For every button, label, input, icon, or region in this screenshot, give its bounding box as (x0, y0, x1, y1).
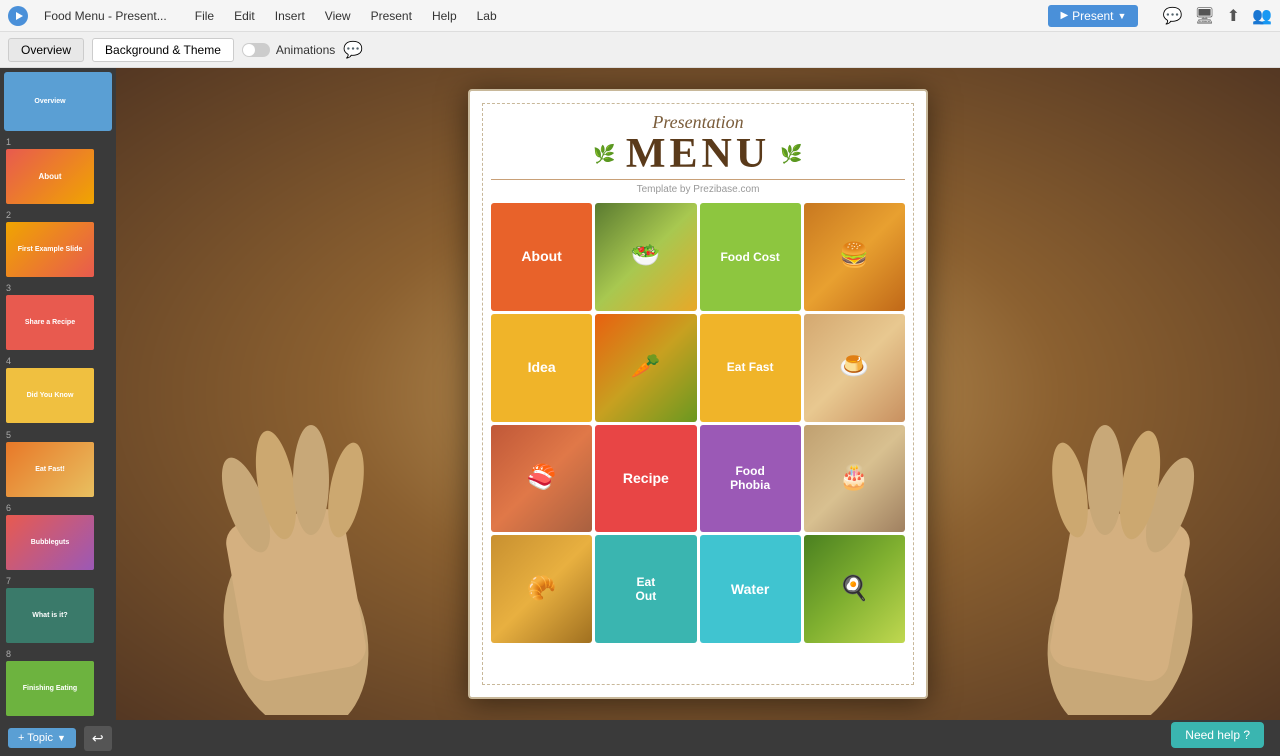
back-button[interactable]: ↩ (84, 726, 112, 751)
overview-tab[interactable]: Overview (8, 38, 84, 62)
present-button[interactable]: ▶ Present ▼ (1048, 5, 1138, 27)
grid-cell-eatout[interactable]: EatOut (595, 535, 696, 643)
bottom-toolbar: + Topic ▼ ↩ Need help ? (0, 720, 1280, 756)
screen-icon[interactable]: 🖥 (1194, 6, 1214, 26)
help-button[interactable]: Need help ? (1171, 722, 1264, 748)
menu-grid: About 🥗 Food Cost 🍔 Idea 🥕 Eat Fast (491, 203, 905, 643)
grid-cell-eatfast[interactable]: Eat Fast (700, 314, 801, 422)
background-tab[interactable]: Background & Theme (92, 38, 234, 62)
users-icon[interactable]: 👥 (1252, 6, 1272, 26)
grid-cell-photo-salmon: 🍣 (491, 425, 592, 533)
thumb-about-img: About (6, 149, 94, 204)
slide-thumb-8[interactable]: 8 Finishing Eating Eat Out (4, 647, 112, 716)
slide-panel: Overview Overview 1 About About 2 First … (0, 68, 116, 720)
menu-view[interactable]: View (321, 7, 355, 25)
menu-file[interactable]: File (191, 7, 218, 25)
animations-label: Animations (276, 43, 335, 57)
card-template-credit: Template by Prezibase.com (491, 184, 905, 195)
grid-cell-foodcost[interactable]: Food Cost (700, 203, 801, 311)
grid-cell-photo-salad: 🥗 (595, 203, 696, 311)
slide-num-6: 6 (6, 503, 110, 513)
menu-insert[interactable]: Insert (271, 7, 309, 25)
thumb-water-img: What is it? (6, 588, 94, 643)
slide-thumb-6[interactable]: 6 Bubbleguts Food Phobia (4, 501, 112, 570)
grid-cell-photo-dessert: 🎂 (804, 425, 905, 533)
grid-cell-photo-plate: 🍳 (804, 535, 905, 643)
card-menu-title: MENU (626, 133, 770, 175)
menu-lab[interactable]: Lab (473, 7, 501, 25)
share-icon[interactable]: ⬆ (1227, 6, 1240, 26)
slide-thumb-overview[interactable]: Overview Overview (4, 72, 112, 131)
grid-cell-idea[interactable]: Idea (491, 314, 592, 422)
slide-thumb-4[interactable]: 4 Did You Know Food Cost (4, 354, 112, 423)
thumb-eatfast-img: Eat Fast! (6, 442, 94, 497)
thumb-recipe-img: Share a Recipe (6, 295, 94, 350)
slide-num-5: 5 (6, 430, 110, 440)
app-title: Food Menu - Present... (44, 9, 167, 23)
thumb-foodcost-img: Did You Know (6, 368, 94, 423)
slide-num-2: 2 (6, 210, 110, 220)
grid-cell-recipe[interactable]: Recipe (595, 425, 696, 533)
canvas-area: Presentation 🌿 MENU 🌿 Template by Prezib… (116, 68, 1280, 720)
add-topic-button[interactable]: + Topic ▼ (8, 728, 76, 748)
comments-icon[interactable]: 💬 (1162, 6, 1182, 26)
deco-left: 🌿 (593, 144, 615, 165)
thumb-eatout-img: Finishing Eating (6, 661, 94, 716)
slide-num-4: 4 (6, 356, 110, 366)
grid-cell-water[interactable]: Water (700, 535, 801, 643)
animations-toggle[interactable] (242, 43, 270, 57)
grid-cell-about[interactable]: About (491, 203, 592, 311)
slide-thumb-1[interactable]: 1 About About (4, 135, 112, 204)
thumb-overview-img: Overview (6, 74, 94, 129)
grid-cell-photo-pancakes: 🍮 (804, 314, 905, 422)
menu-help[interactable]: Help (428, 7, 461, 25)
slide-thumb-2[interactable]: 2 First Example Slide Idea (4, 208, 112, 277)
thumb-idea-img: First Example Slide (6, 222, 94, 277)
card-border: Presentation 🌿 MENU 🌿 Template by Prezib… (482, 103, 914, 685)
divider-line (491, 179, 905, 180)
slide-num-8: 8 (6, 649, 110, 659)
slide-num-3: 3 (6, 283, 110, 293)
slide-thumb-7[interactable]: 7 What is it? Water (4, 574, 112, 643)
grid-cell-photo-croissant: 🥐 (491, 535, 592, 643)
card-script-title: Presentation (491, 112, 905, 133)
deco-right: 🌿 (780, 144, 802, 165)
grid-cell-photo-burger: 🍔 (804, 203, 905, 311)
slide-thumb-3[interactable]: 3 Share a Recipe Recipe (4, 281, 112, 350)
card-header: Presentation 🌿 MENU 🌿 Template by Prezib… (491, 112, 905, 195)
thumb-foodphobia-img: Bubbleguts (6, 515, 94, 570)
app-logo (8, 6, 28, 26)
menu-edit[interactable]: Edit (230, 7, 259, 25)
menu-present[interactable]: Present (367, 7, 416, 25)
slide-num-7: 7 (6, 576, 110, 586)
presentation-card[interactable]: Presentation 🌿 MENU 🌿 Template by Prezib… (468, 89, 928, 699)
comment-icon[interactable]: 💬 (343, 40, 363, 60)
grid-cell-photo-veggies: 🥕 (595, 314, 696, 422)
slide-thumb-5[interactable]: 5 Eat Fast! Eat Fast (4, 428, 112, 497)
grid-cell-foodphobia[interactable]: FoodPhobia (700, 425, 801, 533)
slide-num-1: 1 (6, 137, 110, 147)
